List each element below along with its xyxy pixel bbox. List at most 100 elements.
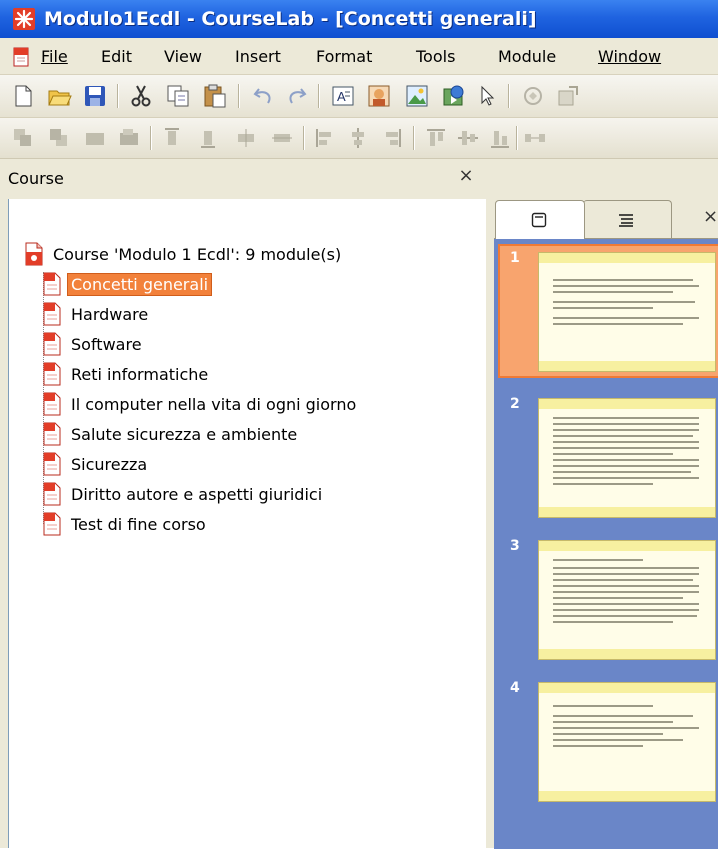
tree-item-reti-informatiche[interactable]: Reti informatiche bbox=[42, 360, 211, 388]
toolbar-separator bbox=[318, 84, 320, 108]
tree-item-computer-vita[interactable]: Il computer nella vita di ogni giorno bbox=[42, 390, 359, 418]
distribute-horizontal-icon[interactable] bbox=[522, 125, 548, 151]
course-icon bbox=[25, 242, 43, 266]
tree-item-test-fine-corso[interactable]: Test di fine corso bbox=[42, 510, 209, 538]
tree-root-label: Course 'Modulo 1 Ecdl': 9 module(s) bbox=[53, 244, 342, 264]
text-box-icon[interactable]: A bbox=[330, 83, 356, 109]
align-middle-icon[interactable] bbox=[345, 125, 371, 151]
toolbar-separator bbox=[413, 126, 415, 150]
tree-item-label: Diritto autore e aspetti giuridici bbox=[71, 484, 323, 504]
forward-icon[interactable] bbox=[82, 125, 108, 151]
align-right-icon[interactable] bbox=[379, 125, 405, 151]
slide-thumbnail[interactable]: 1 bbox=[498, 244, 718, 378]
tree-item-label: Test di fine corso bbox=[71, 514, 206, 534]
module-icon bbox=[43, 482, 61, 506]
module-icon bbox=[43, 302, 61, 326]
menu-file[interactable]: File bbox=[41, 47, 68, 66]
menu-window[interactable]: Window bbox=[598, 47, 661, 66]
media-icon[interactable] bbox=[441, 83, 467, 109]
menu-insert[interactable]: Insert bbox=[235, 47, 281, 66]
module-icon bbox=[43, 362, 61, 386]
slide-number: 4 bbox=[510, 680, 520, 696]
distribute-bottom-icon[interactable] bbox=[487, 125, 513, 151]
toolbar-separator bbox=[238, 84, 240, 108]
window-title: Modulo1Ecdl - CourseLab - [Concetti gene… bbox=[44, 8, 537, 30]
tab-slides[interactable] bbox=[495, 200, 585, 239]
slide-preview bbox=[538, 398, 716, 518]
tree-item-diritto-autore[interactable]: Diritto autore e aspetti giuridici bbox=[42, 480, 325, 508]
outline-icon bbox=[619, 214, 633, 227]
close-icon[interactable]: × bbox=[456, 165, 476, 186]
backward-icon[interactable] bbox=[116, 125, 142, 151]
slide-number: 2 bbox=[510, 396, 520, 412]
bring-front-icon[interactable] bbox=[10, 125, 36, 151]
slide-number: 3 bbox=[510, 538, 520, 554]
align-bottom-icon[interactable] bbox=[195, 125, 221, 151]
picture-icon[interactable] bbox=[404, 83, 430, 109]
distribute-top-icon[interactable] bbox=[423, 125, 449, 151]
document-menu-icon[interactable] bbox=[12, 47, 30, 67]
module-icon bbox=[43, 452, 61, 476]
character-icon[interactable] bbox=[366, 83, 392, 109]
slide-thumbnail[interactable]: 4 bbox=[500, 676, 718, 806]
object-icon[interactable] bbox=[520, 83, 546, 109]
course-panel-title: Course bbox=[8, 169, 64, 188]
title-bar: Modulo1Ecdl - CourseLab - [Concetti gene… bbox=[0, 0, 718, 38]
redo-icon[interactable] bbox=[283, 83, 309, 109]
tree-item-salute-sicurezza[interactable]: Salute sicurezza e ambiente bbox=[42, 420, 300, 448]
slide-thumbnail[interactable]: 2 bbox=[500, 392, 718, 522]
tree-item-sicurezza[interactable]: Sicurezza bbox=[42, 450, 150, 478]
toolbar-separator bbox=[508, 84, 510, 108]
copy-icon[interactable] bbox=[165, 83, 191, 109]
svg-text:A: A bbox=[337, 89, 346, 104]
tab-outline[interactable] bbox=[583, 200, 672, 239]
tree-root-course[interactable]: Course 'Modulo 1 Ecdl': 9 module(s) bbox=[24, 240, 344, 268]
slide-preview bbox=[538, 682, 716, 802]
menu-format[interactable]: Format bbox=[316, 47, 372, 66]
menu-view[interactable]: View bbox=[164, 47, 202, 66]
tree-item-label: Sicurezza bbox=[71, 454, 148, 474]
align-center-v-icon[interactable] bbox=[269, 125, 295, 151]
pointer-icon[interactable] bbox=[474, 83, 500, 109]
menu-tools[interactable]: Tools bbox=[416, 47, 455, 66]
tree-item-label: Salute sicurezza e ambiente bbox=[71, 424, 298, 444]
save-icon[interactable] bbox=[82, 83, 108, 109]
close-icon[interactable]: × bbox=[703, 206, 718, 227]
properties-icon[interactable] bbox=[555, 83, 581, 109]
slide-preview bbox=[538, 252, 716, 372]
align-top-icon[interactable] bbox=[159, 125, 185, 151]
send-back-icon[interactable] bbox=[46, 125, 72, 151]
align-left-icon[interactable] bbox=[312, 125, 338, 151]
slide-preview bbox=[538, 540, 716, 660]
module-icon bbox=[43, 272, 61, 296]
toolbar-separator bbox=[516, 126, 518, 150]
standard-toolbar: A bbox=[0, 75, 718, 118]
distribute-middle-icon[interactable] bbox=[455, 125, 481, 151]
align-center-h-icon[interactable] bbox=[233, 125, 259, 151]
module-icon bbox=[43, 392, 61, 416]
slides-icon bbox=[531, 212, 547, 228]
undo-icon[interactable] bbox=[251, 83, 277, 109]
tree-item-hardware[interactable]: Hardware bbox=[42, 300, 151, 328]
courselab-app-icon[interactable] bbox=[13, 8, 35, 30]
course-panel-header: Course × bbox=[0, 159, 487, 199]
new-icon[interactable] bbox=[10, 83, 36, 109]
slide-number: 1 bbox=[510, 250, 520, 266]
arrange-toolbar bbox=[0, 118, 718, 159]
toolbar-separator bbox=[150, 126, 152, 150]
menu-bar: File Edit View Insert Format Tools Modul… bbox=[0, 38, 718, 75]
module-icon bbox=[43, 332, 61, 356]
paste-icon[interactable] bbox=[202, 83, 228, 109]
tree-item-software[interactable]: Software bbox=[42, 330, 145, 358]
cut-icon[interactable] bbox=[128, 83, 154, 109]
slide-thumbnail[interactable]: 3 bbox=[500, 534, 718, 664]
toolbar-separator bbox=[117, 84, 119, 108]
menu-edit[interactable]: Edit bbox=[101, 47, 132, 66]
open-icon[interactable] bbox=[47, 83, 73, 109]
module-icon bbox=[43, 422, 61, 446]
tree-item-label: Il computer nella vita di ogni giorno bbox=[71, 394, 357, 414]
toolbar-separator bbox=[303, 126, 305, 150]
tree-item-concetti-generali[interactable]: Concetti generali bbox=[42, 270, 213, 298]
menu-module[interactable]: Module bbox=[498, 47, 556, 66]
module-icon bbox=[43, 512, 61, 536]
